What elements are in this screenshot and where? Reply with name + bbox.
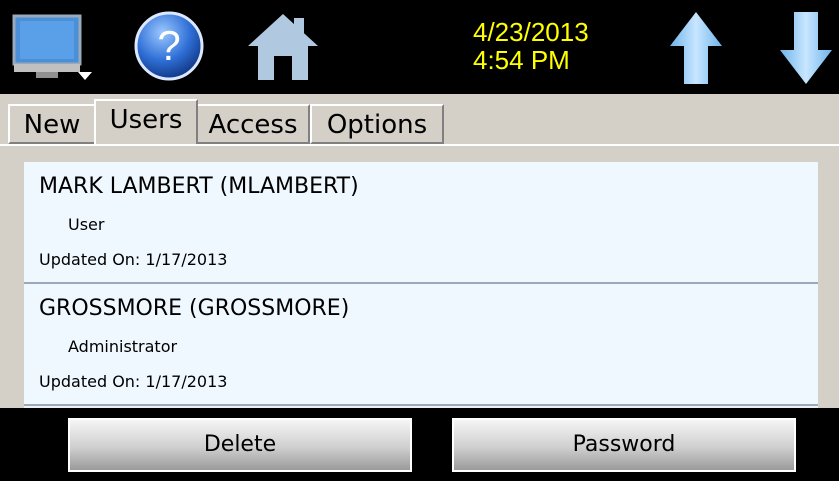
user-role: Administrator — [68, 337, 178, 356]
user-list[interactable]: MARK LAMBERT (MLAMBERT) User Updated On:… — [24, 162, 818, 408]
user-role: User — [68, 215, 105, 234]
svg-text:?: ? — [157, 22, 180, 69]
tab-users-label: Users — [109, 105, 183, 135]
user-name: MARK LAMBERT (MLAMBERT) — [39, 174, 359, 199]
top-bar: ? 4/23/2013 4:54 PM — [0, 0, 839, 94]
user-updated: Updated On: 1/17/2013 — [39, 372, 228, 391]
home-icon[interactable] — [246, 10, 320, 82]
tab-access[interactable]: Access — [196, 104, 310, 144]
list-item[interactable]: MARK LAMBERT (MLAMBERT) User Updated On:… — [24, 162, 818, 284]
tab-strip: New Users Access Options — [0, 94, 839, 144]
delete-button[interactable]: Delete — [68, 418, 412, 472]
monitor-icon[interactable] — [12, 14, 94, 84]
tab-options[interactable]: Options — [310, 104, 444, 144]
datetime-display: 4/23/2013 4:54 PM — [473, 18, 589, 74]
arrow-down-icon[interactable] — [778, 10, 834, 86]
date-label: 4/23/2013 — [473, 17, 589, 47]
tab-options-label: Options — [326, 110, 428, 140]
user-name: GROSSMORE (GROSSMORE) — [39, 296, 350, 321]
tab-new[interactable]: New — [8, 104, 96, 144]
button-row: Delete Password — [0, 408, 839, 481]
tab-new-label: New — [23, 110, 81, 140]
password-button[interactable]: Password — [452, 418, 796, 472]
tab-users[interactable]: Users — [94, 99, 198, 144]
tab-access-label: Access — [208, 110, 298, 140]
user-updated: Updated On: 1/17/2013 — [39, 250, 228, 269]
arrow-up-icon[interactable] — [668, 10, 724, 86]
time-label: 4:54 PM — [473, 45, 570, 75]
help-icon[interactable]: ? — [133, 10, 205, 82]
list-item[interactable]: GROSSMORE (GROSSMORE) Administrator Upda… — [24, 284, 818, 406]
